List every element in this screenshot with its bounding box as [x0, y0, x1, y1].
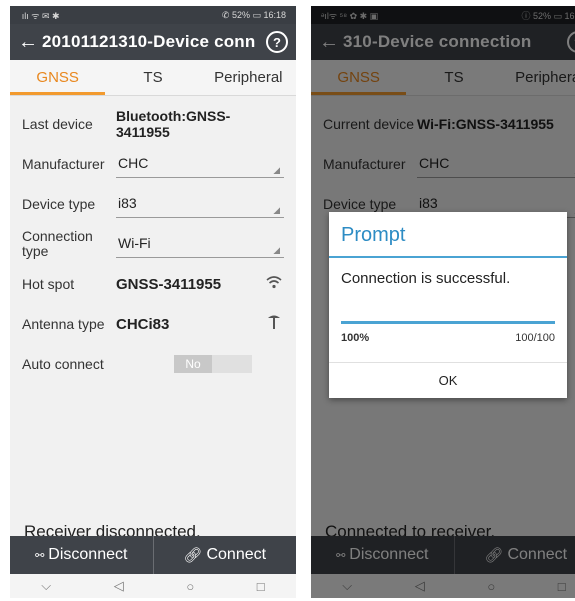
nav-back-icon[interactable]: ◁ — [114, 578, 124, 594]
tab-gnss[interactable]: GNSS — [10, 60, 106, 95]
auto-connect-toggle-label: No — [174, 355, 212, 373]
nav-down-icon[interactable]: ⌵ — [41, 578, 51, 594]
hot-spot-row: Hot spot GNSS-3411955 — [22, 264, 284, 304]
last-device-value: Bluetooth:GNSS-3411955 — [116, 108, 231, 140]
auto-connect-toggle[interactable]: No — [174, 355, 252, 373]
nav-recent-icon[interactable]: □ — [257, 579, 265, 594]
manufacturer-select[interactable]: CHC — [116, 151, 284, 178]
unlink-icon: ⚯ — [35, 549, 45, 562]
device-type-select[interactable]: i83 — [116, 191, 284, 218]
bottom-action-bar: ⚯ Disconnect 🔗︎ Connect — [10, 536, 296, 574]
connection-type-row: Connection type Wi-Fi — [22, 224, 284, 264]
prompt-dialog: Prompt Connection is successful. 100% 10… — [329, 212, 567, 398]
status-bar: ılı ᯤ ✉ ✱ ✆ 52% ▭ 16:18 — [10, 6, 296, 24]
app-bar: ← 20101121310-Device conn ? — [10, 24, 296, 60]
connect-button[interactable]: 🔗︎ Connect — [152, 536, 297, 574]
disconnect-button-label: Disconnect — [48, 546, 128, 563]
page-title: 20101121310-Device conn — [42, 32, 256, 51]
device-type-row: Device type i83 — [22, 184, 284, 224]
left-phone-screen: ılı ᯤ ✉ ✱ ✆ 52% ▭ 16:18 ← 20101121310-De… — [10, 6, 296, 598]
status-right: ✆ 52% ▭ 16:18 — [221, 9, 286, 20]
connect-button-label: Connect — [206, 546, 267, 563]
wifi-icon[interactable] — [264, 275, 284, 294]
dialog-title: Prompt — [329, 212, 567, 258]
link-icon: 🔗︎ — [183, 547, 203, 564]
progress-percent: 100% — [341, 332, 370, 344]
system-nav-bar: ⌵ ◁ ○ □ — [10, 574, 296, 598]
manufacturer-label: Manufacturer — [22, 155, 105, 172]
device-type-label: Device type — [22, 195, 96, 212]
tab-bar: GNSS TS Peripheral — [10, 60, 296, 96]
tab-ts[interactable]: TS — [105, 60, 200, 95]
help-icon[interactable]: ? — [266, 31, 288, 53]
last-device-label: Last device — [22, 115, 93, 132]
hot-spot-label: Hot spot — [22, 275, 75, 292]
manufacturer-row: Manufacturer CHC — [22, 144, 284, 184]
right-phone-screen: ᵊılᯤ ⁵⁸ ✿ ✱ ▣ ⓘ 52% ▭ 16:30 ← 310-Device… — [311, 6, 575, 598]
dialog-message: Connection is successful. — [341, 270, 511, 287]
device-form: Last device Bluetooth:GNSS-3411955 Manuf… — [10, 96, 296, 384]
last-device-row: Last device Bluetooth:GNSS-3411955 — [22, 104, 284, 144]
antenna-type-row: Antenna type CHCi83 — [22, 304, 284, 344]
hot-spot-value: GNSS-3411955 — [116, 275, 222, 293]
ok-button[interactable]: OK — [329, 362, 567, 398]
connection-type-label: Connection type — [22, 228, 93, 259]
connection-type-select[interactable]: Wi-Fi — [116, 231, 284, 258]
back-arrow-icon[interactable]: ← — [18, 31, 42, 54]
antenna-icon[interactable] — [264, 314, 284, 335]
progress-count: 100/100 — [515, 332, 555, 344]
auto-connect-label: Auto connect — [22, 355, 104, 372]
nav-home-icon[interactable]: ○ — [186, 579, 194, 594]
antenna-type-label: Antenna type — [22, 315, 105, 332]
tab-peripheral[interactable]: Peripheral — [201, 60, 296, 95]
status-left: ılı ᯤ ✉ ✱ — [20, 10, 60, 21]
antenna-type-value: CHCi83 — [116, 315, 170, 333]
auto-connect-row: Auto connect No — [22, 344, 284, 384]
disconnect-button[interactable]: ⚯ Disconnect — [10, 536, 153, 574]
progress-labels: 100% 100/100 — [329, 324, 567, 352]
